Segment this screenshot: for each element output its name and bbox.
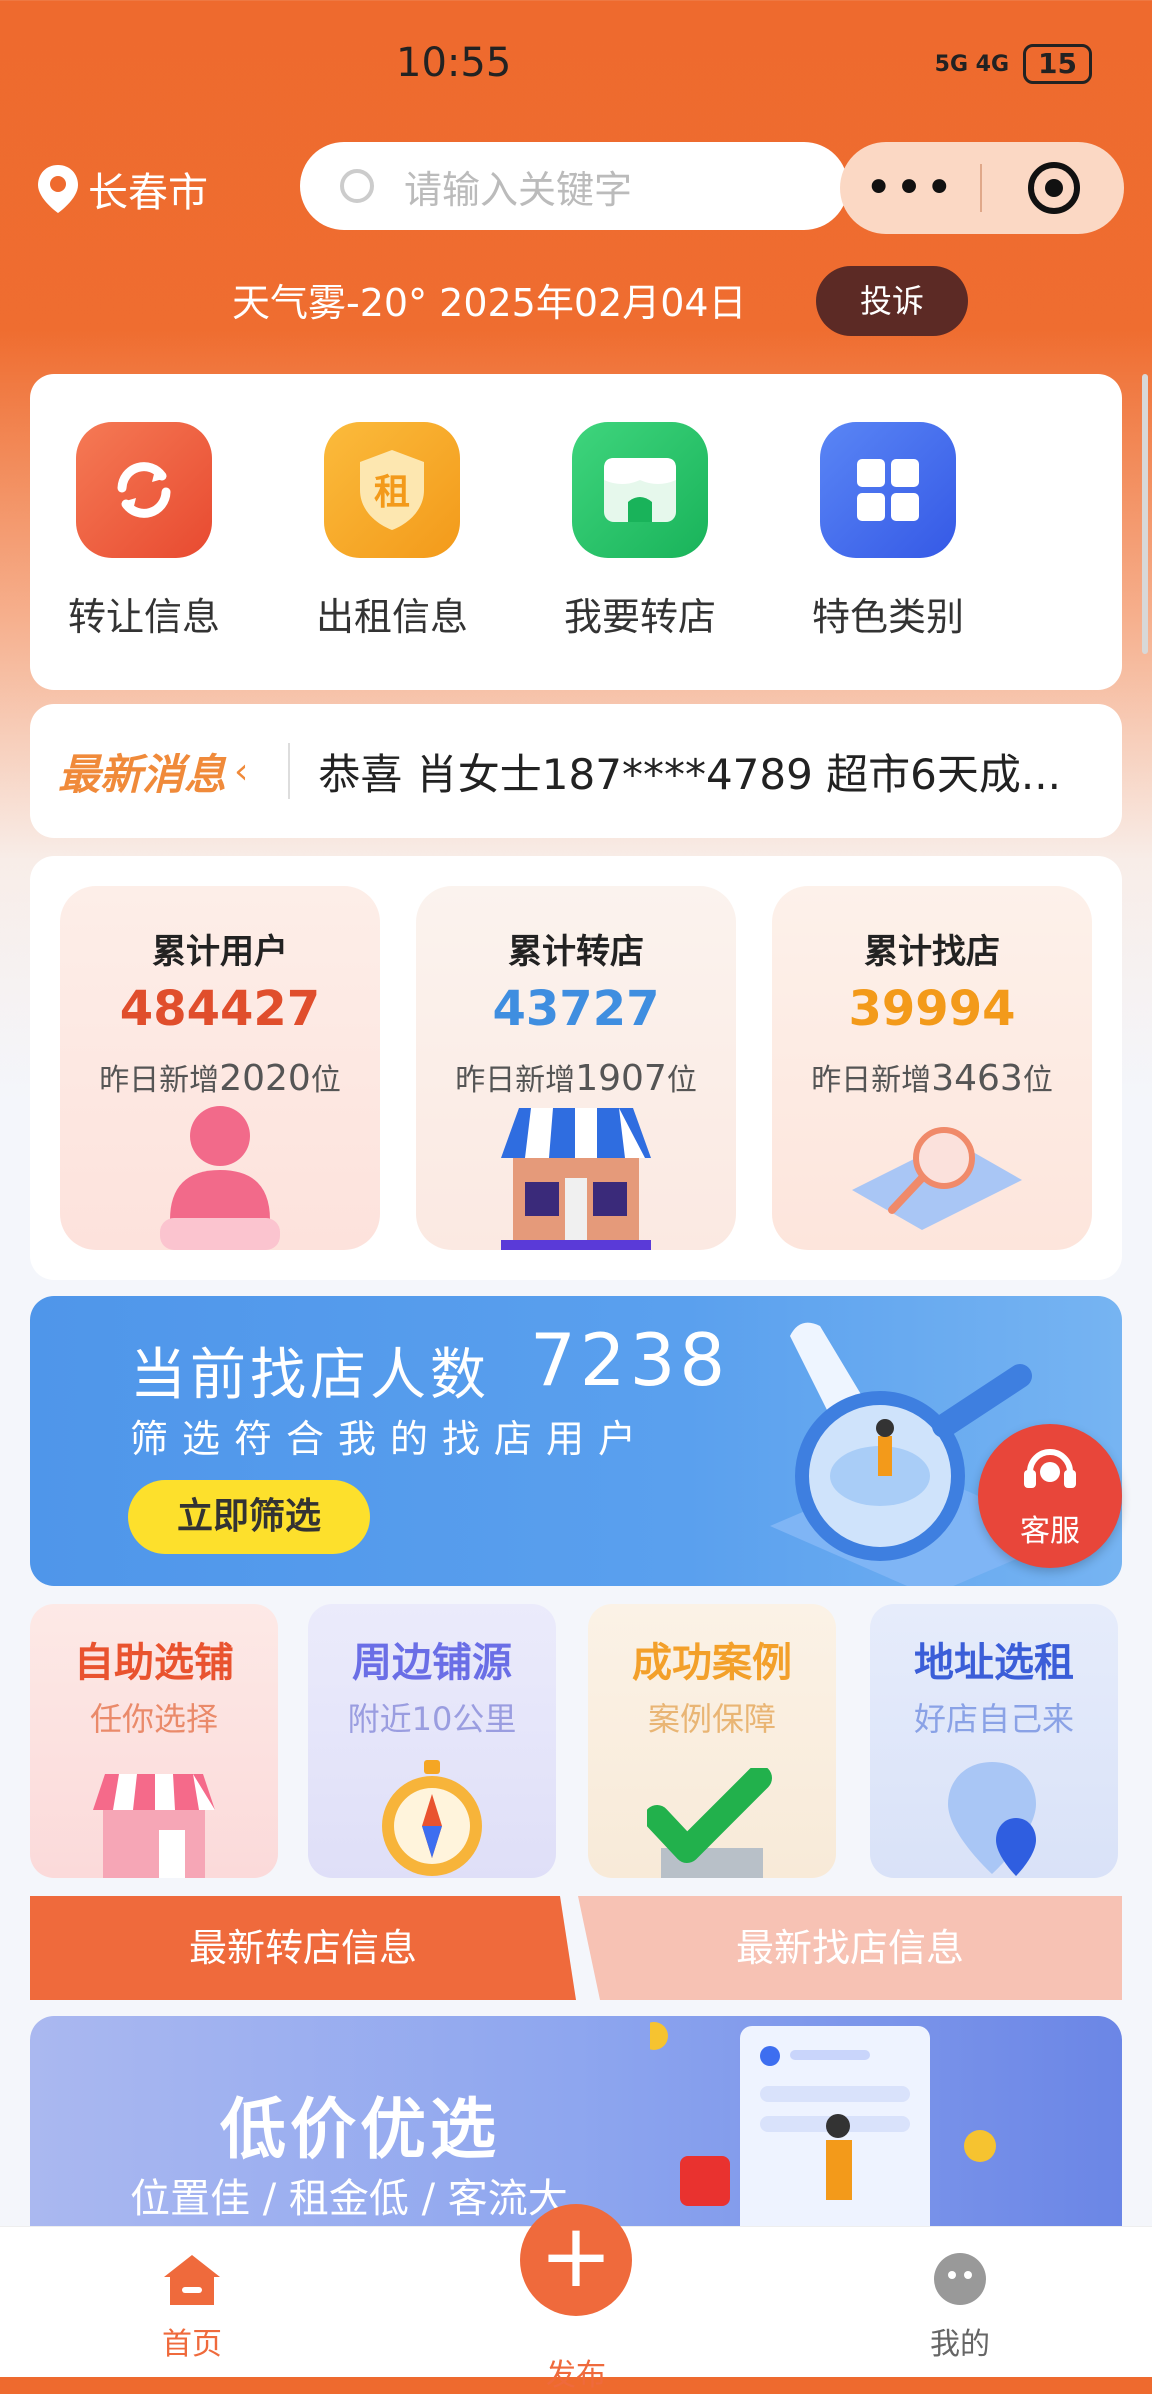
status-icons: 5G 4G 15 (935, 44, 1092, 84)
city-name: 长春市 (88, 170, 208, 216)
feature-title: 成功案例 (632, 1640, 792, 1686)
tab-mine[interactable]: 我的 (880, 2251, 1040, 2363)
quick-item-label: 转让信息 (67, 595, 220, 639)
publish-label: 发布 (546, 2358, 606, 2393)
stat-sub: 昨日新增1907位 (455, 1058, 697, 1099)
stat-title: 累计用户 (152, 932, 288, 972)
feature-title: 周边铺源 (352, 1640, 512, 1686)
quick-item-label: 出租信息 (315, 595, 468, 639)
news-tag: 最新消息 (58, 749, 227, 799)
storefront-icon (93, 1774, 215, 1878)
find-shop-banner[interactable]: 当前找店人数 7238 筛选符合我的找店用户 立即筛选 (30, 1296, 1122, 1586)
home-icon (164, 2255, 220, 2305)
rent-glyph: 租 (374, 472, 410, 513)
profile-icon (934, 2253, 986, 2305)
quick-item-special-category[interactable]: 特色类别 (788, 422, 988, 641)
promo-subtitle: 位置佳 / 租金低 / 客流大 (130, 2176, 568, 2222)
feature-sub: 案例保障 (647, 1700, 776, 1738)
search-input[interactable]: 请输入关键字 (300, 142, 848, 230)
grid-icon (820, 422, 956, 558)
promo-title: 低价优选 (220, 2091, 500, 2168)
quick-item-label: 特色类别 (811, 595, 964, 639)
headset-icon (1024, 1449, 1076, 1488)
news-arrow-icon: ‹ (234, 750, 249, 792)
service-label: 客服 (1020, 1514, 1080, 1549)
store-icon (572, 422, 708, 558)
banner-title: 当前找店人数 (130, 1343, 490, 1408)
city-selector[interactable]: 长春市 (36, 160, 208, 218)
tab-label: 我的 (930, 2327, 990, 2362)
feature-nearby[interactable]: 周边铺源 附近10公里 (308, 1604, 556, 1878)
quick-item-rent[interactable]: 租 出租信息 (292, 422, 492, 641)
feature-success-cases[interactable]: 成功案例 案例保障 (588, 1604, 836, 1878)
refresh-icon (76, 422, 212, 558)
tab-label: 首页 (162, 2327, 222, 2362)
publish-button[interactable]: + (520, 2204, 632, 2316)
quick-item-transfer[interactable]: 转让信息 (44, 422, 244, 641)
feature-self-select[interactable]: 自助选铺 任你选择 (30, 1604, 278, 1878)
weather-date: 天气雾-20° 2025年02月04日 (232, 281, 747, 325)
stat-users: 累计用户 484427 昨日新增2020位 (60, 886, 380, 1250)
feature-sub: 好店自己来 (913, 1700, 1074, 1738)
stat-value: 484427 (119, 981, 321, 1037)
rent-shield-icon: 租 (324, 422, 460, 558)
stat-value: 39994 (848, 981, 1016, 1037)
feature-title: 地址选租 (914, 1640, 1074, 1686)
banner-subtitle: 筛选符合我的找店用户 (130, 1417, 651, 1461)
network-label: 5G 4G (934, 51, 1010, 77)
tab-latest-finds[interactable]: 最新找店信息 (578, 1896, 1122, 2000)
mini-program-capsule: ••• (840, 142, 1124, 234)
tab-label: 最新转店信息 (188, 1926, 417, 1970)
feature-title: 自助选铺 (74, 1640, 234, 1686)
stat-value: 43727 (492, 981, 660, 1037)
banner-count: 7238 (530, 1318, 730, 1402)
stats-panel: 累计用户 484427 昨日新增2020位 累计转店 43727 昨日新增190… (30, 856, 1122, 1280)
stat-title: 累计转店 (508, 932, 644, 972)
quick-item-my-transfer[interactable]: 我要转店 (540, 422, 740, 641)
customer-service-button[interactable]: 客服 (978, 1424, 1122, 1568)
capsule-divider (980, 164, 982, 212)
quick-menu: 转让信息 租 出租信息 我要转店 特色类别 (30, 374, 1122, 690)
location-marker-icon (948, 1762, 1036, 1876)
tab-latest-transfers[interactable]: 最新转店信息 (30, 1896, 576, 2000)
tab-label: 最新找店信息 (735, 1926, 964, 1970)
compass-icon (382, 1760, 482, 1876)
stat-sub: 昨日新增2020位 (99, 1058, 341, 1099)
close-target-icon[interactable] (1028, 162, 1080, 214)
search-placeholder: 请输入关键字 (404, 167, 633, 212)
battery-level: 15 (1023, 44, 1092, 84)
scrollbar[interactable] (1142, 374, 1148, 654)
complain-button[interactable]: 投诉 (816, 266, 968, 336)
magnifier-map-icon (852, 1127, 1022, 1230)
stat-sub: 昨日新增3463位 (811, 1058, 1053, 1099)
stat-finds: 累计找店 39994 昨日新增3463位 (772, 886, 1092, 1250)
stat-title: 累计找店 (864, 932, 1000, 972)
filter-now-button[interactable]: 立即筛选 (128, 1480, 370, 1554)
search-icon (340, 169, 374, 203)
status-time: 10:55 (396, 40, 512, 86)
news-divider (288, 743, 291, 799)
location-pin-icon (38, 165, 78, 213)
shop-icon (501, 1108, 651, 1250)
checkmark-icon (647, 1768, 772, 1878)
feature-sub: 任你选择 (89, 1700, 218, 1738)
feature-sub: 附近10公里 (347, 1700, 517, 1738)
user-figure-icon (160, 1106, 280, 1250)
news-text: 恭喜 肖女士187****4789 超市6天成... (318, 749, 1061, 799)
more-options-icon[interactable]: ••• (840, 164, 980, 212)
news-ticker[interactable]: 最新消息 ‹ 恭喜 肖女士187****4789 超市6天成... (30, 704, 1122, 838)
quick-item-label: 我要转店 (563, 595, 716, 639)
tab-home[interactable]: 首页 (112, 2251, 272, 2363)
stat-transfers: 累计转店 43727 昨日新增1907位 (416, 886, 736, 1250)
feature-address-rent[interactable]: 地址选租 好店自己来 (870, 1604, 1118, 1878)
